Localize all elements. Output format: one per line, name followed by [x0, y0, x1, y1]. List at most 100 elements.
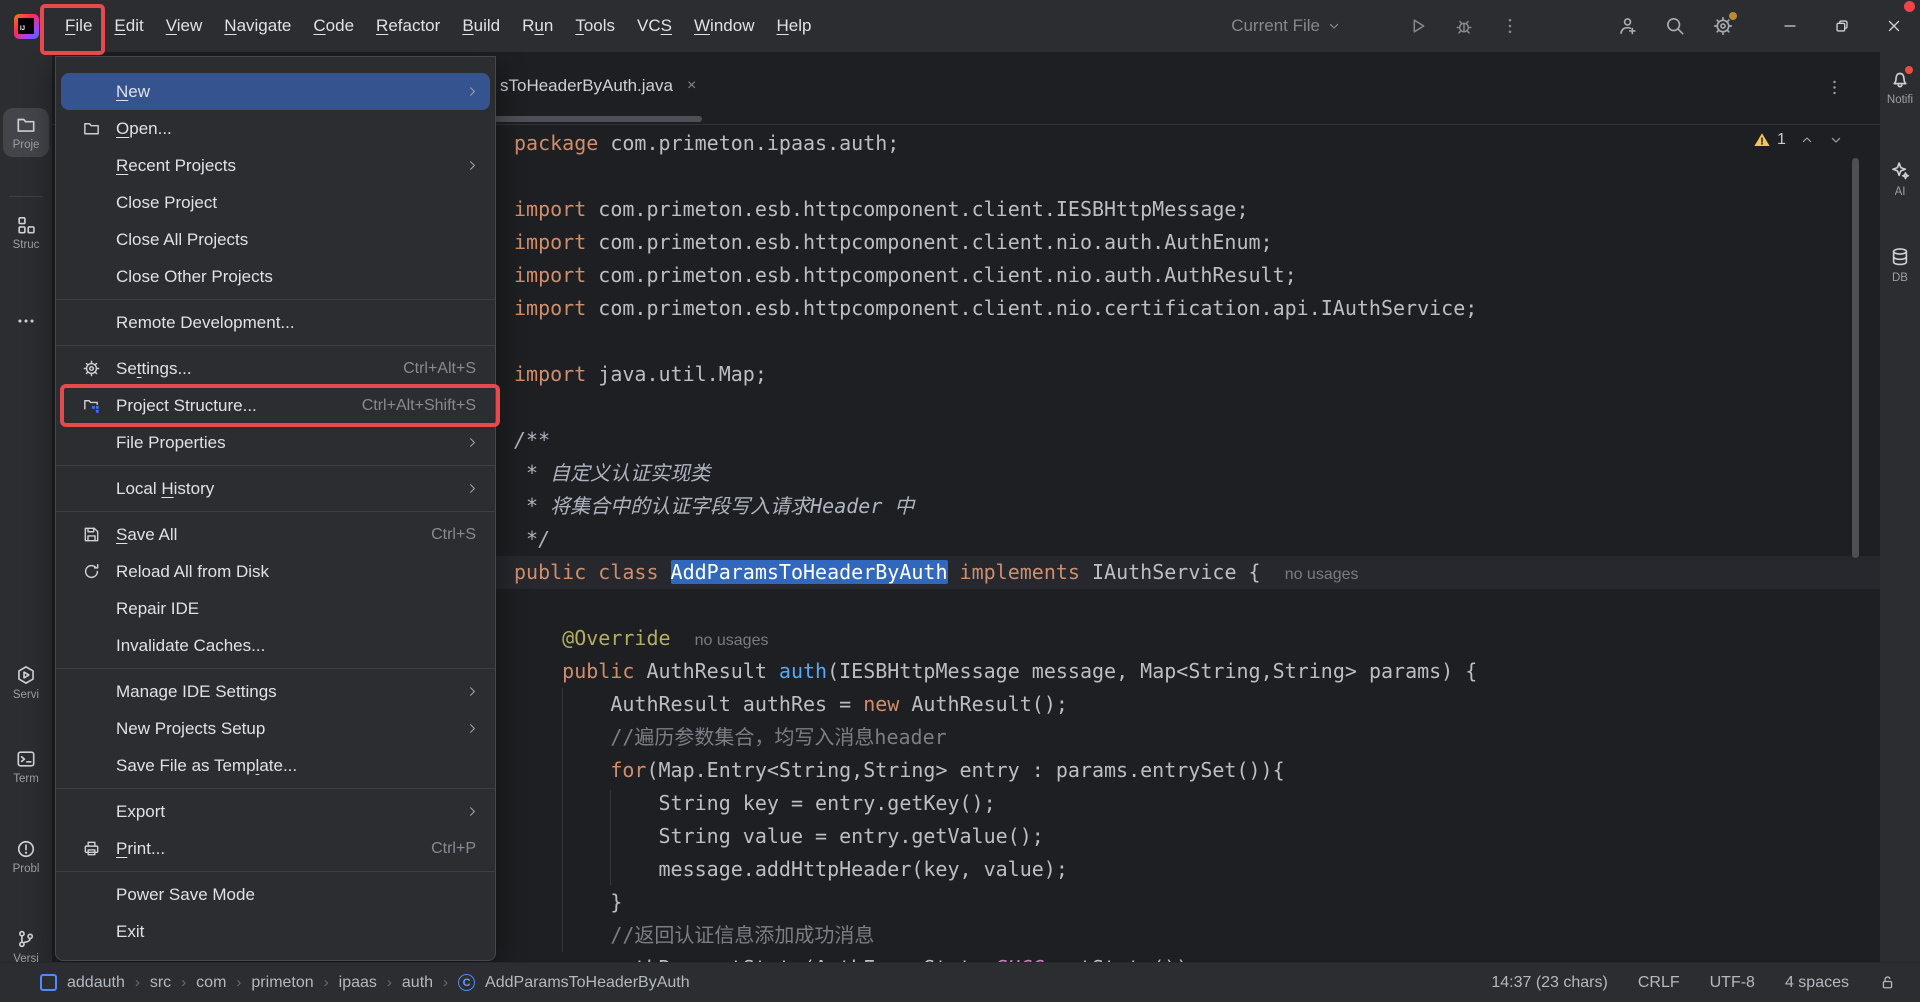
- menu-item-new-projects-setup[interactable]: New Projects Setup: [61, 710, 490, 747]
- left-tool-stripe: ProjeStrucServiTermProblVersiContr: [0, 52, 52, 962]
- menubar-item-view[interactable]: View: [155, 9, 214, 43]
- code-token: com.primeton.esb.httpcomponent.client.ni…: [598, 230, 1272, 254]
- menu-item-close-other-projects[interactable]: Close Other Projects: [61, 258, 490, 295]
- menu-item-power-save-mode[interactable]: Power Save Mode: [61, 876, 490, 913]
- code-token: AuthResult();: [911, 692, 1068, 716]
- code-token: [671, 626, 695, 650]
- menu-item-remote-development[interactable]: Remote Development...: [61, 304, 490, 341]
- close-icon[interactable]: [1868, 17, 1920, 35]
- code-token: com.primeton.ipaas.auth;: [610, 131, 899, 155]
- menubar-item-tools[interactable]: Tools: [564, 9, 626, 43]
- menu-item-reload-all-from-disk[interactable]: Reload All from Disk: [61, 553, 490, 590]
- tab-close-icon[interactable]: ×: [687, 77, 696, 95]
- menu-item-new[interactable]: New: [61, 73, 490, 110]
- tool-stripe-button-term[interactable]: Term: [3, 748, 49, 786]
- menubar-item-code[interactable]: Code: [302, 9, 365, 43]
- settings-gear-icon[interactable]: [1712, 15, 1734, 37]
- menubar-item-vcs[interactable]: VCS: [626, 9, 683, 43]
- lock-open-icon[interactable]: [1879, 974, 1896, 991]
- menu-item-settings[interactable]: Settings...Ctrl+Alt+S: [61, 350, 490, 387]
- menubar-item-help[interactable]: Help: [765, 9, 822, 43]
- menu-item-repair-ide[interactable]: Repair IDE: [61, 590, 490, 627]
- menu-item-print[interactable]: Print...Ctrl+P: [61, 830, 490, 867]
- code-editor[interactable]: package com.primeton.ipaas.auth;import c…: [496, 124, 1880, 962]
- tool-stripe-label: Term: [13, 773, 39, 786]
- inspections-widget[interactable]: 1: [1752, 130, 1844, 150]
- code-token: import: [514, 230, 598, 254]
- breadcrumb-item-com[interactable]: com: [196, 974, 226, 992]
- menu-item-manage-ide-settings[interactable]: Manage IDE Settings: [61, 673, 490, 710]
- caret-position[interactable]: 14:37 (23 chars): [1491, 974, 1608, 992]
- code-token: AuthResult authRes =: [514, 692, 863, 716]
- code-line: import com.primeton.esb.httpcomponent.cl…: [514, 193, 1880, 226]
- chevron-up-icon[interactable]: [1799, 132, 1815, 148]
- breadcrumb-item-addparamstoheaderbyauth[interactable]: AddParamsToHeaderByAuth: [485, 974, 690, 992]
- tool-stripe-button-ai[interactable]: AI: [1880, 160, 1920, 199]
- tool-stripe-label: Notifi: [1887, 94, 1913, 107]
- run-configuration-select[interactable]: Current File: [1231, 16, 1342, 36]
- menu-item-local-history[interactable]: Local History: [61, 470, 490, 507]
- breadcrumb-item-primeton[interactable]: primeton: [251, 974, 313, 992]
- menu-item-save-all[interactable]: Save AllCtrl+S: [61, 516, 490, 553]
- editor-tab[interactable]: sToHeaderByAuth.java ×: [500, 76, 696, 96]
- menu-item-close-all-projects[interactable]: Close All Projects: [61, 221, 490, 258]
- add-user-icon[interactable]: [1616, 15, 1638, 37]
- menubar-item-run[interactable]: Run: [511, 9, 564, 43]
- menu-item-shortcut: Ctrl+Alt+Shift+S: [362, 397, 490, 415]
- code-line: */: [514, 523, 1880, 556]
- code-line: [514, 391, 1880, 424]
- breadcrumb-item-src[interactable]: src: [150, 974, 171, 992]
- tool-stripe-button-more[interactable]: [3, 310, 49, 332]
- menu-item-close-project[interactable]: Close Project: [61, 184, 490, 221]
- editor-options-kebab-icon[interactable]: [1825, 78, 1844, 97]
- class-icon: C: [458, 974, 475, 991]
- reload-icon: [78, 562, 104, 581]
- maximize-icon[interactable]: [1816, 17, 1868, 35]
- tool-stripe-button-notifi[interactable]: Notifi: [1880, 68, 1920, 107]
- breadcrumb-item-auth[interactable]: auth: [402, 974, 433, 992]
- menu-item-invalidate-caches[interactable]: Invalidate Caches...: [61, 627, 490, 664]
- tool-stripe-button-probl[interactable]: Probl: [3, 838, 49, 876]
- menubar-item-build[interactable]: Build: [451, 9, 511, 43]
- menu-item-file-properties[interactable]: File Properties: [61, 424, 490, 461]
- line-separator[interactable]: CRLF: [1638, 974, 1680, 992]
- notifications-icon: [1889, 68, 1911, 90]
- run-icon[interactable]: [1408, 16, 1428, 36]
- menu-item-shortcut: Ctrl+Alt+S: [403, 360, 490, 378]
- menu-item-label: File Properties: [116, 433, 226, 453]
- menu-item-export[interactable]: Export: [61, 793, 490, 830]
- menu-item-exit[interactable]: Exit: [61, 913, 490, 950]
- menubar-item-file[interactable]: File: [54, 9, 103, 43]
- code-token: [514, 659, 562, 683]
- file-encoding[interactable]: UTF-8: [1710, 974, 1755, 992]
- tabs-scrollbar[interactable]: [477, 116, 702, 122]
- breadcrumb-item-ipaas[interactable]: ipaas: [339, 974, 377, 992]
- debug-icon[interactable]: [1454, 16, 1474, 36]
- menubar-item-refactor[interactable]: Refactor: [365, 9, 451, 43]
- menu-item-project-structure[interactable]: Project Structure...Ctrl+Alt+Shift+S: [61, 387, 490, 424]
- menu-item-open[interactable]: Open...: [61, 110, 490, 147]
- minimize-icon[interactable]: [1764, 17, 1816, 35]
- code-token: auth: [779, 659, 827, 683]
- menubar-item-window[interactable]: Window: [683, 9, 765, 43]
- menu-item-label: Close Project: [116, 193, 217, 213]
- tool-stripe-button-servi[interactable]: Servi: [3, 664, 49, 702]
- menu-item-label: Recent Projects: [116, 156, 236, 176]
- more-kebab-icon[interactable]: [1500, 16, 1520, 36]
- more-icon: [15, 310, 37, 332]
- menubar-item-edit[interactable]: Edit: [103, 9, 154, 43]
- editor-scrollbar[interactable]: [1852, 158, 1859, 558]
- tool-stripe-button-db[interactable]: DB: [1880, 246, 1920, 285]
- code-line: * 将集合中的认证字段写入请求Header 中: [514, 490, 1880, 523]
- menubar-item-navigate[interactable]: Navigate: [213, 9, 302, 43]
- menu-item-save-file-as-template[interactable]: Save File as Template...: [61, 747, 490, 784]
- tool-stripe-button-struc[interactable]: Struc: [3, 214, 49, 252]
- indent-size[interactable]: 4 spaces: [1785, 974, 1849, 992]
- menu-item-recent-projects[interactable]: Recent Projects: [61, 147, 490, 184]
- breadcrumb-item-addauth[interactable]: addauth: [67, 974, 125, 992]
- menubar: FileEditViewNavigateCodeRefactorBuildRun…: [54, 9, 822, 43]
- chevron-down-icon[interactable]: [1828, 132, 1844, 148]
- project-structure-icon: [78, 396, 104, 415]
- tool-stripe-button-proje[interactable]: Proje: [3, 108, 49, 157]
- search-icon[interactable]: [1664, 15, 1686, 37]
